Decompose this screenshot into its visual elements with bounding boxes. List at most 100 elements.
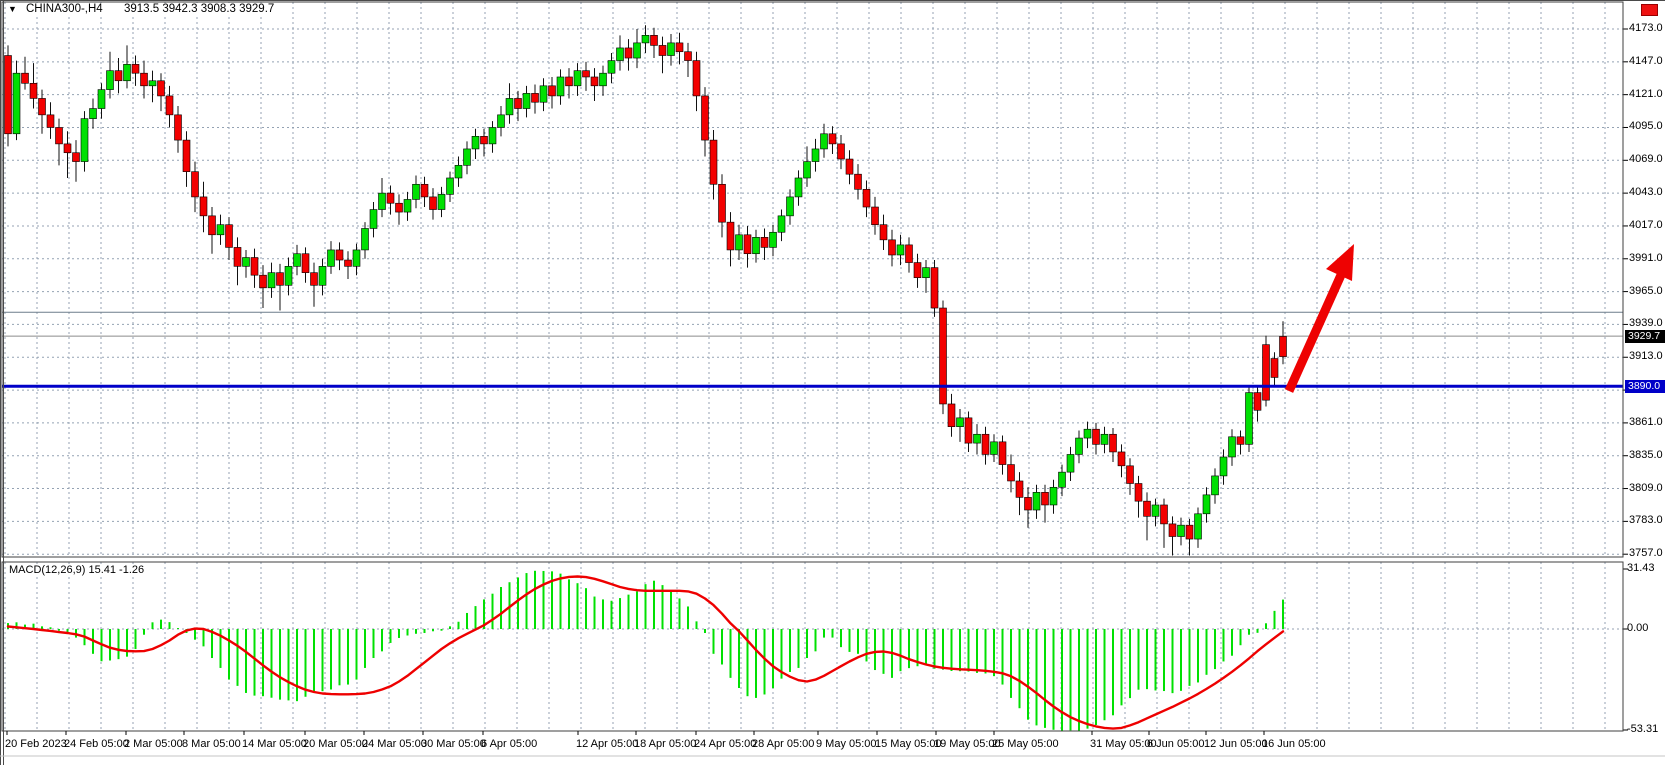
candle-bear <box>1144 501 1151 516</box>
price-tick-label: 4043.0 <box>1629 186 1663 198</box>
symbol-period-label: CHINA300-,H4 <box>24 3 105 15</box>
price-tick-label: 3991.0 <box>1629 252 1663 264</box>
candle-bull <box>804 162 811 178</box>
candle-bull <box>557 77 564 96</box>
candle-bear <box>693 61 700 96</box>
candle-bear <box>183 140 190 172</box>
candle-bull <box>1212 476 1219 495</box>
time-tick-label: 12 Apr 05:00 <box>576 738 638 750</box>
candle-bear <box>200 197 207 216</box>
time-tick-label: 18 Apr 05:00 <box>634 738 696 750</box>
candle-bull <box>753 237 760 253</box>
candle-bear <box>880 225 887 240</box>
candle-bull <box>1059 472 1066 487</box>
candle-bull <box>1220 457 1227 476</box>
candle-bear <box>56 127 63 143</box>
candle-bear <box>829 134 836 144</box>
candle-bear <box>702 96 709 140</box>
candle-bear <box>549 86 556 96</box>
candle-bull <box>268 273 275 288</box>
candle-bear <box>251 258 258 276</box>
price-tick-label: 3809.0 <box>1629 482 1663 494</box>
candle-bull <box>1178 525 1185 536</box>
candle-bull <box>770 232 777 247</box>
candle-bear <box>22 73 29 83</box>
candle-bear <box>345 260 352 266</box>
candle-bear <box>1093 429 1100 444</box>
candle-bear <box>838 144 845 159</box>
candle-bear <box>999 442 1006 465</box>
time-tick-label: 28 Apr 05:00 <box>752 738 814 750</box>
candle-bull <box>608 61 615 74</box>
candle-bear <box>132 64 139 73</box>
price-tick-label: 3783.0 <box>1629 514 1663 526</box>
candle-bear <box>659 45 666 55</box>
candle-bear <box>906 245 913 263</box>
candle-bull <box>897 245 904 255</box>
candle-bear <box>761 237 768 247</box>
macd-tick-label: 31.43 <box>1627 562 1655 574</box>
candle-bull <box>1246 393 1253 445</box>
candle-bull <box>498 115 505 128</box>
candle-bear <box>719 184 726 222</box>
mt4-chart-window: ▼ CHINA300-,H4 3913.5 3942.3 3908.3 3929… <box>0 0 1665 765</box>
time-tick-label: 24 Apr 05:00 <box>694 738 756 750</box>
candle-bull <box>285 266 292 285</box>
candle-bear <box>387 193 394 203</box>
candle-bear <box>5 56 12 134</box>
candle-bull <box>319 266 326 285</box>
candle-bear <box>166 96 173 115</box>
candle-bull <box>81 119 88 162</box>
candle-bear <box>710 140 717 184</box>
candle-bear <box>965 418 972 443</box>
price-tick-label: 4147.0 <box>1629 55 1663 67</box>
candle-bear <box>1025 497 1032 510</box>
candle-bull <box>957 418 964 427</box>
chart-title-bar: ▼ CHINA300-,H4 3913.5 3942.3 3908.3 3929… <box>0 0 1665 20</box>
candle-bull <box>353 250 360 266</box>
price-tick-label: 3913.0 <box>1629 350 1663 362</box>
candle-bear <box>481 136 488 144</box>
up-arrow-icon <box>1326 244 1354 281</box>
chart-canvas[interactable] <box>0 0 1665 765</box>
time-tick-label: 12 Jun 05:00 <box>1204 738 1268 750</box>
time-tick-label: 6 Jun 05:00 <box>1147 738 1205 750</box>
candle-bear <box>39 98 46 114</box>
time-tick-label: 15 May 05:00 <box>875 738 942 750</box>
candle-bull <box>1033 492 1040 510</box>
candle-bull <box>574 71 581 86</box>
price-tick-label: 3965.0 <box>1629 285 1663 297</box>
candle-bull <box>634 43 641 58</box>
ohlc-quote-label: 3913.5 3942.3 3908.3 3929.7 <box>122 3 276 15</box>
candle-bull <box>489 127 496 143</box>
candle-bear <box>1271 359 1278 378</box>
candle-bear <box>744 235 751 254</box>
candle-bull <box>447 178 454 194</box>
candle-bull <box>13 73 20 134</box>
candle-bull <box>778 216 785 232</box>
candle-bull <box>812 149 819 162</box>
candle-bull <box>523 93 530 108</box>
symbol-dropdown-icon[interactable]: ▼ <box>8 4 17 14</box>
current-price-badge: 3929.7 <box>1625 330 1665 343</box>
candle-bear <box>940 308 947 404</box>
candle-bear <box>30 83 37 98</box>
candle-bear <box>1254 393 1261 411</box>
candle-bear <box>1237 437 1244 445</box>
candle-bear <box>583 71 590 77</box>
time-tick-label: 30 Mar 05:00 <box>421 738 486 750</box>
price-tick-label: 3939.0 <box>1629 317 1663 329</box>
time-tick-label: 20 Feb 2023 <box>5 738 67 750</box>
candle-bear <box>1186 525 1193 539</box>
candle-bear <box>948 404 955 427</box>
candle-bear <box>64 144 71 153</box>
candle-bull <box>787 197 794 216</box>
candle-bull <box>455 165 462 178</box>
candle-bull <box>795 178 802 197</box>
time-tick-label: 25 May 05:00 <box>992 738 1059 750</box>
top-right-marker[interactable] <box>1641 4 1658 16</box>
time-tick-label: 2 Mar 05:00 <box>124 738 183 750</box>
candle-bull <box>923 268 930 278</box>
macd-histogram <box>8 571 1283 731</box>
time-tick-label: 20 Mar 05:00 <box>303 738 368 750</box>
